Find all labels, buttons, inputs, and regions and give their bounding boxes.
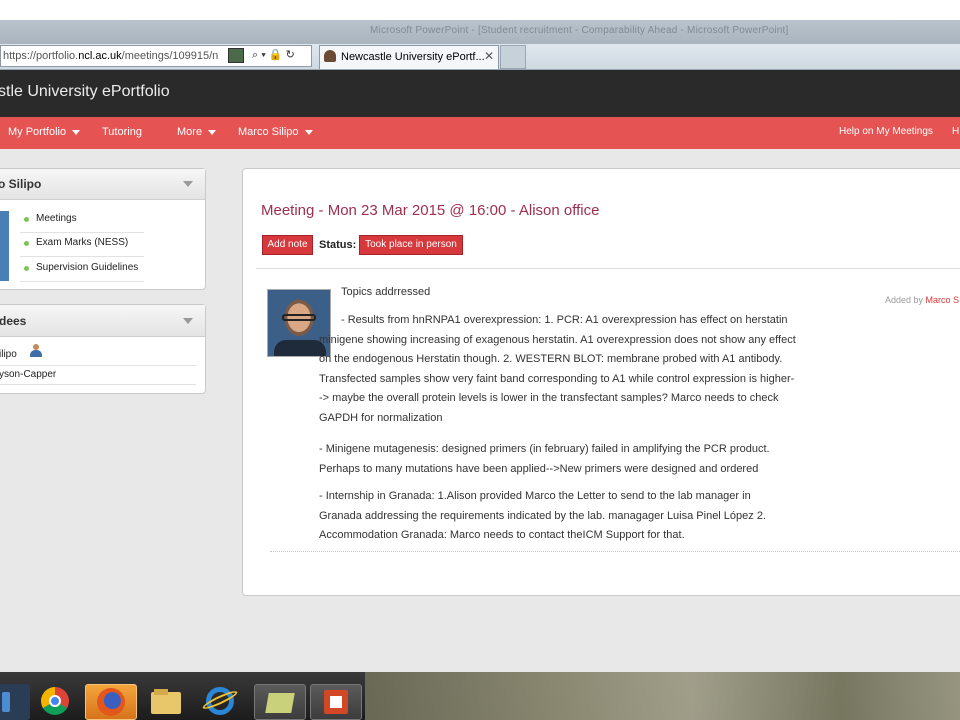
nav-more[interactable]: More <box>177 126 217 138</box>
internet-explorer-icon[interactable] <box>196 684 248 720</box>
address-bar-icons[interactable]: ⌕ ▾ 🔒 ↻ <box>252 48 295 62</box>
profile-panel-title: o Silipo <box>0 177 42 191</box>
divider <box>256 268 960 269</box>
main-nav <box>0 117 960 149</box>
divider <box>20 281 144 282</box>
added-by: Added by Marco S <box>885 295 959 305</box>
nav-user-menu[interactable]: Marco Silipo <box>238 126 313 138</box>
powerpoint-icon[interactable] <box>310 684 362 720</box>
avatar <box>0 211 9 281</box>
screen-top-margin <box>0 0 960 20</box>
attendee-name: ilipo <box>0 349 17 360</box>
file-explorer-icon[interactable] <box>140 684 192 720</box>
added-by-name-link[interactable]: Marco S <box>926 295 960 305</box>
address-url[interactable]: https://portfolio.ncl.ac.uk/meetings/109… <box>3 50 225 62</box>
user-favicon-icon <box>324 50 336 62</box>
nav-help-meetings[interactable]: Help on My Meetings <box>839 126 933 137</box>
folder-icon[interactable] <box>254 684 306 720</box>
nav-tutoring[interactable]: Tutoring <box>102 126 142 138</box>
desktop-wallpaper <box>365 672 960 720</box>
nav-my-portfolio[interactable]: My Portfolio <box>8 126 81 138</box>
app-title[interactable]: stle University ePortfolio <box>0 83 170 101</box>
compatibility-view-icon[interactable] <box>228 48 244 63</box>
collapse-chevron-icon[interactable] <box>183 181 193 187</box>
caret-down-icon <box>304 129 313 135</box>
bullet-icon <box>24 266 29 271</box>
divider <box>20 256 144 257</box>
close-tab-icon[interactable]: ✕ <box>484 49 494 63</box>
caret-down-icon <box>208 129 217 135</box>
new-tab-button[interactable] <box>500 45 526 69</box>
chrome-icon[interactable] <box>32 684 84 720</box>
collapse-chevron-icon[interactable] <box>183 318 193 324</box>
sidebar-item-meetings[interactable]: Meetings <box>36 213 77 224</box>
firefox-icon[interactable] <box>85 684 137 720</box>
status-label: Status: <box>319 239 357 251</box>
note-paragraph: - Results from hnRNPA1 overexpression: 1… <box>319 314 796 424</box>
divider <box>20 232 144 233</box>
note-paragraph: - Minigene mutagenesis: designed primers… <box>319 443 770 475</box>
attendees-panel-header[interactable] <box>0 305 205 337</box>
nav-help[interactable]: H <box>952 126 959 137</box>
caret-down-icon <box>72 129 81 135</box>
windows-explorer-icon[interactable] <box>0 684 30 720</box>
window-title: Microsoft PowerPoint - [Student recruitm… <box>370 25 789 36</box>
sidebar-item-supervision-guidelines[interactable]: Supervision Guidelines <box>36 262 138 273</box>
attendees-panel-title: dees <box>0 314 27 328</box>
tab-title[interactable]: Newcastle University ePortf... <box>341 51 485 63</box>
added-by-label: Added by <box>885 295 924 305</box>
nav-label: Tutoring <box>102 126 142 138</box>
nav-label: My Portfolio <box>8 126 67 138</box>
nav-label: Marco Silipo <box>238 126 299 138</box>
supervisor-user-icon <box>30 344 42 357</box>
bullet-icon <box>24 217 29 222</box>
note-paragraph: - Internship in Granada: 1.Alison provid… <box>319 490 767 541</box>
add-note-button[interactable]: Add note <box>262 235 313 255</box>
note-heading: Topics addrressed <box>341 286 431 298</box>
divider <box>0 384 196 385</box>
status-badge: Took place in person <box>359 235 463 255</box>
nav-label: More <box>177 126 203 138</box>
meeting-title: Meeting - Mon 23 Mar 2015 @ 16:00 - Alis… <box>261 202 600 219</box>
divider <box>270 551 960 552</box>
bullet-icon <box>24 241 29 246</box>
sidebar-item-exam-marks[interactable]: Exam Marks (NESS) <box>36 237 128 248</box>
attendee-name: yson-Capper <box>0 369 57 380</box>
divider <box>0 365 196 366</box>
